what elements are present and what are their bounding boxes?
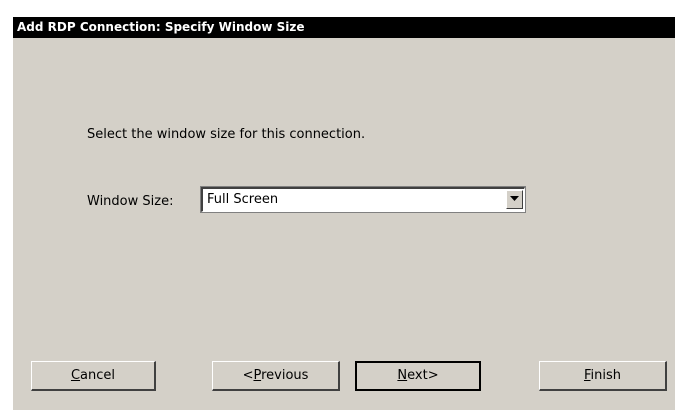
instruction-text: Select the window size for this connecti… bbox=[87, 127, 366, 142]
cancel-mnemonic: C bbox=[70, 368, 81, 383]
previous-mnemonic: P bbox=[253, 368, 262, 383]
dialog-window: Add RDP Connection: Specify Window Size … bbox=[12, 17, 675, 410]
cancel-label: ancel bbox=[80, 368, 116, 383]
previous-button[interactable]: <Previous bbox=[212, 361, 340, 391]
cancel-button[interactable]: Cancel bbox=[31, 361, 156, 391]
window-size-label: Window Size: bbox=[87, 194, 174, 209]
previous-prefix: < bbox=[242, 368, 254, 383]
window-size-select[interactable]: Full Screen bbox=[201, 187, 525, 212]
window-size-value: Full Screen bbox=[207, 192, 279, 207]
next-button[interactable]: Next> bbox=[355, 361, 481, 391]
dropdown-button[interactable] bbox=[506, 190, 523, 209]
previous-label: revious bbox=[261, 368, 309, 383]
next-label: ext> bbox=[407, 368, 439, 383]
next-mnemonic: N bbox=[397, 368, 408, 383]
window-title: Add RDP Connection: Specify Window Size bbox=[13, 17, 675, 38]
triangle-down-icon bbox=[510, 196, 519, 201]
finish-label: inish bbox=[590, 368, 622, 383]
finish-button[interactable]: Finish bbox=[539, 361, 667, 391]
